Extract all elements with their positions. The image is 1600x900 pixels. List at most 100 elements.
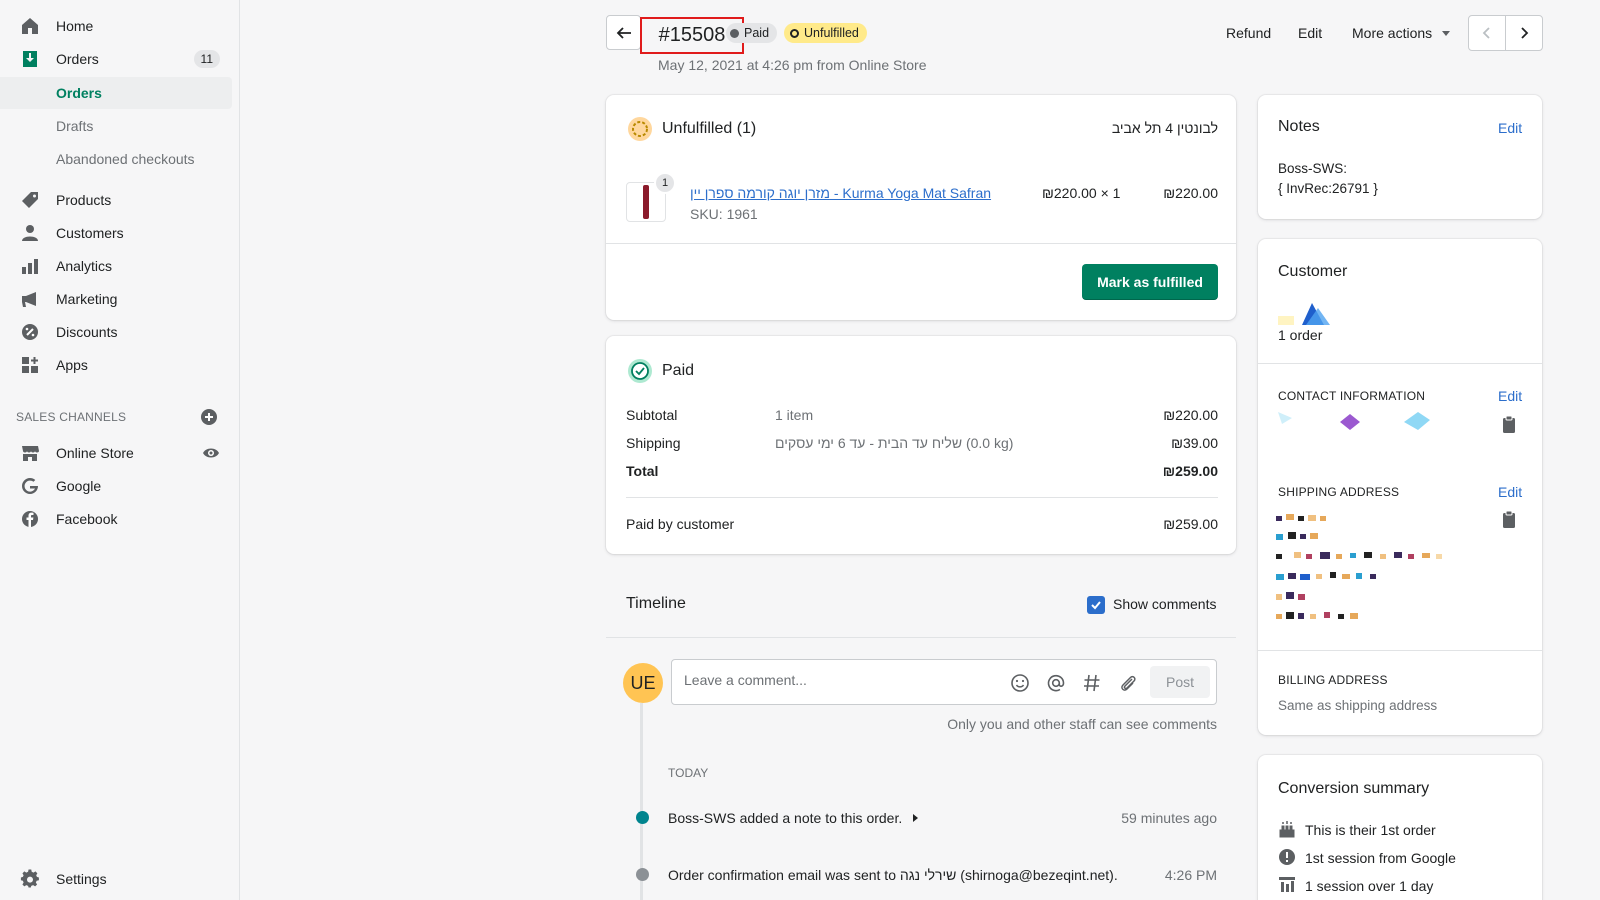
nav-online-store[interactable]: Online Store [0,437,232,469]
tag-icon [20,190,40,210]
redacted-customer-name[interactable] [1278,300,1338,330]
nav-marketing-label: Marketing [56,291,118,307]
nav-facebook[interactable]: Facebook [0,503,232,535]
paid-dot-icon [730,28,739,38]
comment-input[interactable] [684,672,984,688]
nav-orders-label: Orders [56,51,99,67]
edit-button[interactable]: Edit [1298,25,1322,41]
nav-google[interactable]: Google [0,470,232,502]
emoji-icon[interactable] [1010,673,1030,693]
comment-box: Post [671,659,1217,705]
megaphone-icon [20,289,40,309]
notes-card [1258,95,1542,219]
billing-address-value: Same as shipping address [1278,698,1438,713]
mark-as-fulfilled-button[interactable]: Mark as fulfilled [1082,264,1218,300]
shipping-label: Shipping [626,435,681,451]
card-divider [606,243,1236,244]
unfulfilled-ring-icon [790,28,799,38]
back-button[interactable] [606,15,641,50]
chevron-right-icon [1521,27,1529,39]
apps-icon [20,355,40,375]
subtotal-value: ₪220.00 [1163,407,1218,423]
show-comments-label[interactable]: Show comments [1113,596,1216,612]
fulfillment-location: לבונטין 4 תל אביב [1111,120,1218,136]
google-icon [20,476,40,496]
bar-chart-icon [20,256,40,276]
nav-analytics[interactable]: Analytics [0,250,232,282]
clipboard-icon[interactable] [1502,510,1516,528]
notes-edit-link[interactable]: Edit [1498,120,1522,136]
nav-settings[interactable]: Settings [0,863,232,895]
chevron-left-icon [1482,27,1490,39]
unit-price-qty: ₪220.00 × 1 [1042,185,1121,201]
add-channel-icon[interactable] [200,408,218,426]
shipping-value: ₪39.00 [1171,435,1218,451]
unfulfilled-badge-label: Unfulfilled [804,26,859,40]
customer-divider [1258,363,1542,364]
sidebar: Home Orders 11 Orders Drafts Abandoned c… [0,0,240,900]
shipping-address-label: SHIPPING ADDRESS [1278,485,1400,499]
more-actions-label: More actions [1352,25,1433,41]
customer-title: Customer [1278,263,1348,280]
nav-google-label: Google [56,478,102,494]
nav-orders[interactable]: Orders 11 [0,43,232,75]
check-icon [1091,601,1101,610]
customer-order-count: 1 order [1278,327,1323,343]
person-icon [20,223,40,243]
nav-orders-sub[interactable]: Orders [0,77,232,109]
conversion-line-1: This is their 1st order [1305,822,1436,838]
contact-edit-link[interactable]: Edit [1498,388,1522,404]
nav-customers[interactable]: Customers [0,217,232,249]
nav-marketing[interactable]: Marketing [0,283,232,315]
hashtag-icon[interactable] [1082,673,1102,693]
paid-badge-label: Paid [744,26,770,40]
nav-apps[interactable]: Apps [0,349,232,381]
gear-icon [20,869,40,889]
refund-button[interactable]: Refund [1226,25,1271,41]
timeline-dot [636,868,649,881]
timeline-event-text: Order confirmation email was sent to שיר… [668,867,1118,883]
post-button[interactable]: Post [1150,666,1210,698]
next-order-button[interactable] [1505,15,1543,51]
nav-abandoned-checkouts[interactable]: Abandoned checkouts [0,143,232,175]
previous-order-button[interactable] [1468,15,1506,51]
paperclip-icon[interactable] [1118,673,1138,693]
timeline-divider [606,637,1236,638]
line-total: ₪220.00 [1163,185,1218,201]
today-label: TODAY [668,766,709,780]
total-label: Total [626,463,659,479]
nav-customers-label: Customers [56,225,124,241]
timeline-event-note[interactable]: Boss-SWS added a note to this order. [668,810,920,826]
nav-products[interactable]: Products [0,184,232,216]
staff-only-note: Only you and other staff can see comment… [947,716,1217,732]
unfulfilled-status-badge: Unfulfilled [784,23,867,43]
more-actions-button[interactable]: More actions [1352,25,1452,41]
timeline-title: Timeline [626,595,686,612]
nav-apps-label: Apps [56,357,88,373]
nav-analytics-label: Analytics [56,258,113,274]
timeline-event-time: 59 minutes ago [1121,810,1217,826]
paid-title: Paid [662,362,695,379]
show-comments-checkbox[interactable] [1087,596,1105,614]
eye-icon[interactable] [202,444,220,462]
paid-check-icon [628,359,652,383]
billing-address-label: BILLING ADDRESS [1278,673,1388,687]
nav-home[interactable]: Home [0,10,232,42]
paid-by-label: Paid by customer [626,516,735,532]
product-sku: SKU: 1961 [690,206,758,222]
avatar: UE [623,663,663,703]
store-icon [20,443,40,463]
orders-icon [20,49,40,69]
product-link[interactable]: מזרן יוגה קורמה ספרן יין - Kurma Yoga Ma… [690,185,991,201]
shipping-edit-link[interactable]: Edit [1498,484,1522,500]
clipboard-icon[interactable] [1502,415,1516,433]
nav-drafts[interactable]: Drafts [0,110,232,142]
timeline-event-time: 4:26 PM [1164,867,1217,883]
paid-by-value: ₪259.00 [1163,516,1218,532]
mention-icon[interactable] [1046,673,1066,693]
paid-divider [626,497,1218,498]
nav-discounts[interactable]: Discounts [0,316,232,348]
redacted-shipping-address [1276,514,1442,619]
contact-info-label: CONTACT INFORMATION [1278,389,1426,403]
arrow-left-icon [616,26,631,39]
